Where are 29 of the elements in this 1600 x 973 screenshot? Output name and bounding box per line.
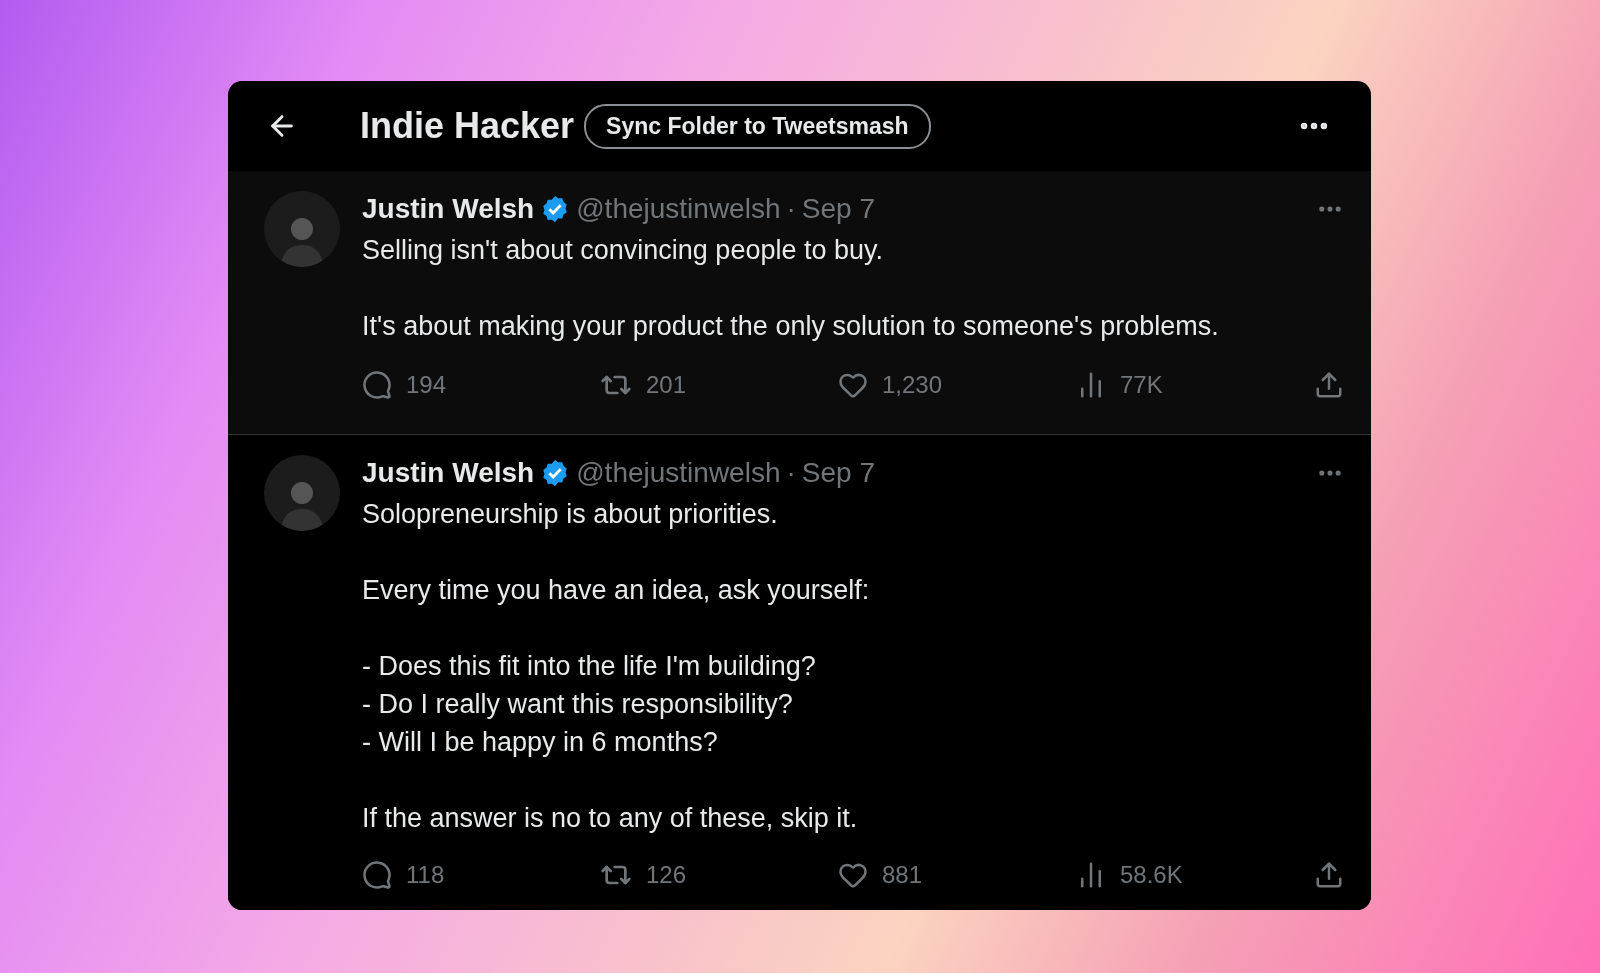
author-name[interactable]: Justin Welsh [362,457,535,489]
views-button[interactable]: 77K [1076,370,1163,400]
share-icon[interactable] [1314,370,1344,400]
speech-bubble-icon [362,860,392,890]
separator-dot: · [786,457,796,489]
tweet-text: Selling isn't about convincing people to buy. [362,234,884,267]
author-name[interactable]: Justin Welsh [362,193,535,225]
reply-button[interactable]: 194 [362,370,447,400]
tweet-text: If the answer is no to any of these, skip it. [362,802,859,835]
like-button[interactable]: 881 [838,860,923,890]
author-handle[interactable]: @thejustinwelsh [576,193,781,225]
views-button[interactable]: 58.6K [1076,860,1183,890]
tweet-date[interactable]: Sep 7 [801,457,875,489]
repost-button[interactable]: 201 [600,369,687,401]
list-title: Indie Hacker [360,105,575,147]
tweet-text: - Does this fit into the life I'm building? - Do I really want this responsibility? - Will I be happy in 6 months? [362,650,817,759]
like-button[interactable]: 1,230 [838,370,943,400]
tweet-card[interactable]: Justin Welsh @thejustinwelsh · Sep 7 Selling isn't about convincing people to buy. It's about making your product the only solution to someone's problems. 194 201 1,230 77K [228,171,1371,435]
share-icon[interactable] [1314,860,1344,890]
tweet-text: It's about making your product the only solution to someone's problems. [362,310,1220,343]
reply-button[interactable]: 118 [362,860,445,890]
tweet-text: Every time you have an idea, ask yourself: [362,574,871,607]
tweet-date[interactable]: Sep 7 [801,193,875,225]
sync-button[interactable]: Sync Folder to Tweetsmash [584,103,931,149]
author-handle[interactable]: @thejustinwelsh [576,457,781,489]
repost-button[interactable]: 126 [600,859,687,891]
separator-dot: · [786,193,796,225]
tweet-text: Solopreneurship is about priorities. [362,498,779,531]
speech-bubble-icon [362,370,392,400]
